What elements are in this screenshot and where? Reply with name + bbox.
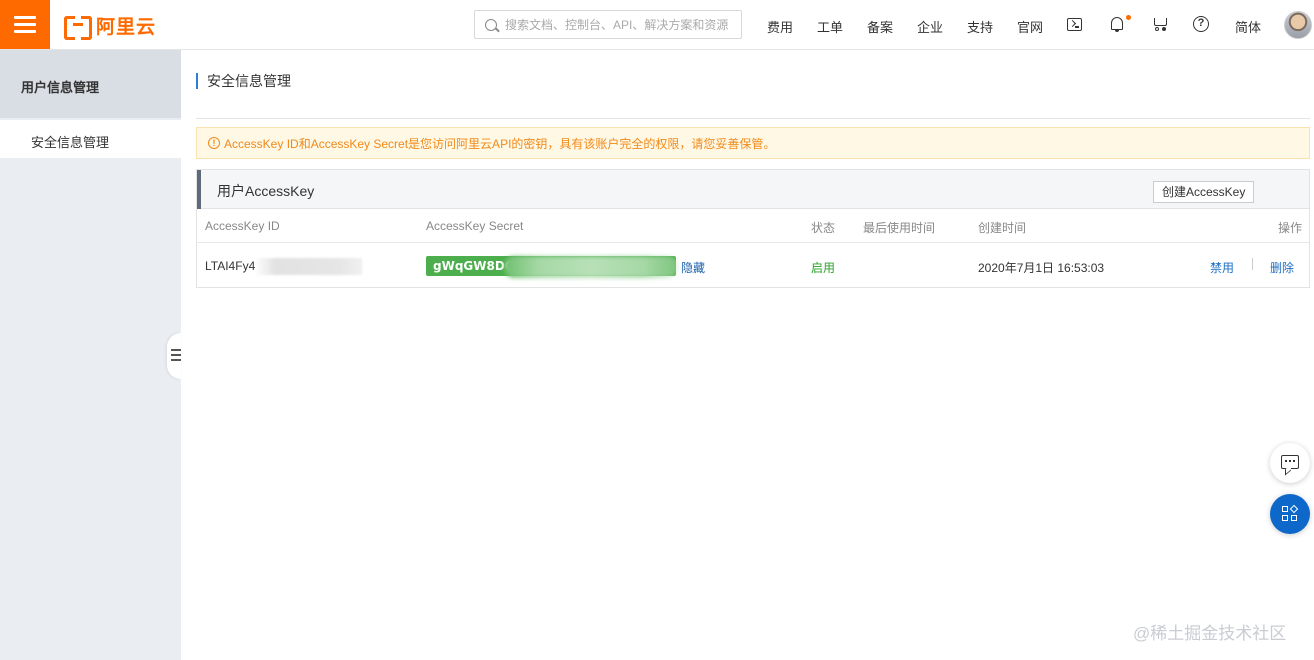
warning-alert: ! AccessKey ID和AccessKey Secret是您访问阿里云AP… (196, 127, 1310, 159)
chat-button[interactable] (1270, 443, 1310, 483)
logo-text: 阿里云 (96, 16, 157, 38)
status-badge: 启用 (811, 261, 836, 275)
apps-button[interactable] (1270, 494, 1310, 534)
accesskey-secret: gWqGW8DO (433, 259, 516, 273)
accesskey-id: LTAI4Fy4 (205, 259, 256, 273)
column-header-accesskey-secret: AccessKey Secret (426, 219, 524, 233)
notification-dot (1126, 15, 1131, 20)
sidebar-collapse-icon[interactable] (167, 333, 181, 379)
hamburger-menu-icon[interactable] (0, 0, 50, 49)
search-box[interactable] (474, 10, 742, 39)
column-header-last-used: 最后使用时间 (863, 221, 936, 235)
apps-grid-icon (1282, 504, 1299, 522)
column-header-accesskey-id: AccessKey ID (205, 219, 280, 233)
panel-title: 用户AccessKey (217, 183, 315, 199)
avatar[interactable] (1284, 11, 1312, 39)
chat-icon (1281, 455, 1299, 469)
alert-text: AccessKey ID和AccessKey Secret是您访问阿里云API的… (224, 136, 776, 151)
table-row-divider (197, 242, 1309, 243)
disable-link[interactable]: 禁用 (1210, 259, 1234, 276)
divider (196, 118, 1310, 119)
search-icon (485, 18, 497, 31)
column-header-created: 创建时间 (978, 221, 1027, 235)
nav-icp-filing[interactable]: 备案 (867, 17, 893, 36)
nav-official-site[interactable]: 官网 (1017, 17, 1043, 36)
column-header-actions: 操作 (1278, 221, 1303, 235)
language-switch[interactable]: 简体 (1235, 17, 1261, 36)
nav-tickets[interactable]: 工单 (817, 17, 843, 36)
watermark: @稀土掘金技术社区 (1133, 624, 1287, 643)
hide-secret-link[interactable]: 隐藏 (681, 259, 705, 276)
sidebar-item-security-info[interactable]: 安全信息管理 (0, 120, 181, 158)
panel-header: 用户AccessKey 创建AccessKey (197, 170, 1309, 209)
aliyun-logo[interactable]: 阿里云 (64, 13, 157, 40)
create-accesskey-button[interactable]: 创建AccessKey (1153, 181, 1255, 203)
sidebar: 用户信息管理 安全信息管理 (0, 50, 181, 660)
nav-enterprise[interactable]: 企业 (917, 17, 943, 36)
page-title: 安全信息管理 (196, 73, 291, 89)
cart-icon[interactable] (1152, 16, 1167, 31)
search-input[interactable] (505, 17, 730, 32)
bell-icon[interactable] (1110, 16, 1124, 32)
nav-support[interactable]: 支持 (967, 17, 993, 36)
top-bar: 阿里云 费用 工单 备案 企业 支持 官网 ? 简体 (0, 0, 1314, 50)
nav-fees[interactable]: 费用 (767, 17, 793, 36)
help-icon[interactable]: ? (1193, 16, 1209, 32)
redacted-id-mask (254, 258, 362, 275)
column-header-status: 状态 (811, 221, 836, 235)
accesskey-panel: 用户AccessKey 创建AccessKey AccessKey ID Acc… (196, 169, 1310, 288)
action-separator (1252, 258, 1253, 270)
created-time: 2020年7月1日 16:53:03 (978, 261, 1105, 275)
sidebar-header: 用户信息管理 (0, 50, 181, 118)
warning-icon: ! (208, 137, 220, 149)
terminal-icon[interactable] (1067, 18, 1082, 31)
delete-link[interactable]: 删除 (1270, 259, 1294, 276)
logo-mark-icon (64, 16, 92, 40)
redacted-secret-mask (504, 256, 678, 278)
accesskey-secret-field: gWqGW8DO (426, 256, 678, 278)
